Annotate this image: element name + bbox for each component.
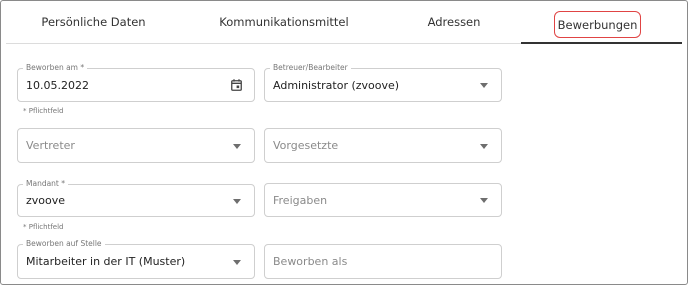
tab-label: Bewerbungen xyxy=(557,17,638,32)
tab-label: Adressen xyxy=(427,15,481,29)
beworben-als-input[interactable]: Beworben als xyxy=(264,244,502,279)
field-value: zvoove xyxy=(26,194,66,207)
field-placeholder: Freigaben xyxy=(273,193,328,207)
chevron-down-icon[interactable] xyxy=(233,143,241,149)
chevron-down-icon[interactable] xyxy=(480,198,488,203)
tab-kommunikationsmittel[interactable]: Kommunikationsmittel xyxy=(181,1,387,43)
beworben-am-field[interactable]: Beworben am * 10.05.2022 xyxy=(17,63,255,102)
vorgesetzte-select[interactable]: Vorgesetzte xyxy=(264,128,502,163)
tab-label: Persönliche Daten xyxy=(41,15,146,29)
pflichtfeld-hint: * Pflichtfeld xyxy=(23,223,64,231)
field-value: 10.05.2022 xyxy=(26,78,89,92)
vertreter-select[interactable]: Vertreter xyxy=(17,128,255,163)
field-placeholder: Vertreter xyxy=(26,139,75,152)
field-placeholder: Vorgesetzte xyxy=(273,139,339,152)
pflichtfeld-hint: * Pflichtfeld xyxy=(23,107,64,115)
tab-persoenliche-daten[interactable]: Persönliche Daten xyxy=(6,1,181,43)
tab-adressen[interactable]: Adressen xyxy=(387,1,521,43)
application-form-panel: Persönliche Daten Kommunikationsmittel A… xyxy=(0,0,688,285)
chevron-down-icon[interactable] xyxy=(233,259,241,265)
mandant-select[interactable]: Mandant * zvoove xyxy=(17,179,255,217)
chevron-down-icon[interactable] xyxy=(233,198,241,204)
beworben-auf-stelle-select[interactable]: Beworben auf Stelle Mitarbeiter in der I… xyxy=(17,239,255,279)
chevron-down-icon[interactable] xyxy=(480,83,488,88)
freigaben-select[interactable]: Freigaben xyxy=(264,183,502,217)
betreuer-select[interactable]: Betreuer/Bearbeiter Administrator (zvoov… xyxy=(264,63,502,102)
tab-label: Kommunikationsmittel xyxy=(219,15,349,29)
field-placeholder: Beworben als xyxy=(273,255,348,268)
calendar-icon[interactable] xyxy=(231,79,242,91)
field-value: Mitarbeiter in der IT (Muster) xyxy=(26,255,186,268)
tab-bewerbungen-highlight[interactable]: Bewerbungen xyxy=(554,11,641,38)
chevron-down-icon[interactable] xyxy=(480,143,488,149)
field-value: Administrator (zvoove) xyxy=(273,78,400,92)
